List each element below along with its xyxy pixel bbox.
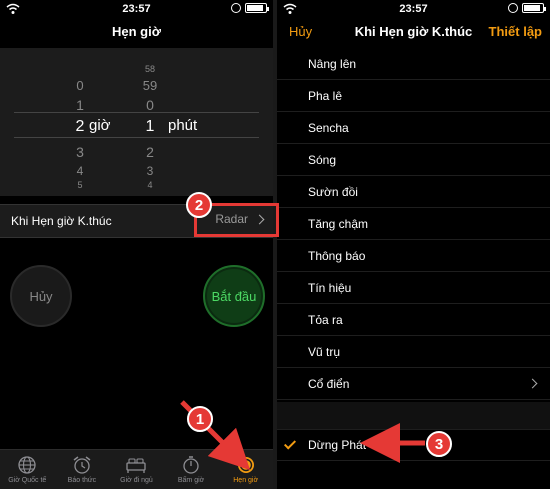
sound-label: Sườn đồi — [308, 184, 358, 199]
sound-label: Nâng lên — [308, 56, 357, 71]
status-bar: 23:57 — [0, 0, 273, 18]
hour-option: 0 — [76, 78, 84, 93]
tab-label: Giờ đi ngủ — [120, 477, 153, 484]
rotation-lock-icon — [508, 3, 518, 13]
minutes-wheel[interactable]: 58 59 0 1 2 3 4 — [130, 48, 170, 196]
page-title: Hẹn giờ — [112, 23, 161, 39]
minute-option: 59 — [142, 78, 158, 93]
globe-icon — [18, 456, 36, 474]
step-1-badge: 1 — [187, 406, 213, 432]
sound-item[interactable]: Tín hiệu — [277, 272, 550, 304]
minutes-unit: phút — [168, 117, 198, 134]
set-button[interactable]: Thiết lập — [489, 24, 542, 39]
hour-option: 1 — [76, 97, 84, 113]
timer-icon — [237, 457, 254, 473]
step-3-badge: 3 — [426, 431, 452, 457]
minute-option: 58 — [144, 64, 155, 74]
bed-icon — [126, 458, 147, 473]
minute-option: 2 — [146, 144, 154, 160]
battery-icon — [245, 3, 269, 13]
sound-item[interactable]: Tỏa ra — [277, 304, 550, 336]
cancel-button[interactable]: Hủy — [10, 265, 72, 327]
section-gap — [277, 402, 550, 429]
sound-item[interactable]: Thông báo — [277, 240, 550, 272]
sound-label: Sóng — [308, 152, 337, 167]
sound-item[interactable]: Sóng — [277, 144, 550, 176]
tab-bedtime[interactable]: Giờ đi ngủ — [109, 450, 164, 489]
when-timer-ends-label: Khi Hẹn giờ K.thúc — [11, 214, 112, 228]
tab-label: Báo thức — [67, 477, 97, 484]
start-button[interactable]: Bắt đầu — [203, 265, 265, 327]
tab-label: Hẹn giờ — [233, 477, 259, 484]
sound-label: Thông báo — [308, 248, 366, 263]
time-picker[interactable]: 0 1 2 3 4 5 giờ 58 59 0 1 2 3 4 phút — [0, 48, 273, 196]
sound-item[interactable]: Vũ trụ — [277, 336, 550, 368]
sound-item[interactable]: Pha lê — [277, 80, 550, 112]
sound-item[interactable]: Tăng chậm — [277, 208, 550, 240]
page-title: Khi Hẹn giờ K.thúc — [354, 23, 473, 39]
hours-unit: giờ — [89, 117, 111, 134]
tab-alarm[interactable]: Báo thức — [55, 450, 110, 489]
stop-playing-option[interactable]: Dừng Phát — [277, 429, 550, 461]
battery-icon — [522, 3, 546, 13]
sound-label: Cổ điển — [308, 376, 350, 391]
classic-sounds-item[interactable]: Cổ điển — [277, 368, 550, 400]
nav-cancel-button[interactable]: Hủy — [289, 24, 312, 39]
sound-picker-screen: 23:57 Hủy Khi Hẹn giờ K.thúc Thiết lập N… — [277, 0, 550, 489]
chevron-right-icon — [527, 378, 538, 389]
nav-bar: Hẹn giờ — [0, 18, 273, 44]
sound-label: Tỏa ra — [308, 312, 343, 327]
rotation-lock-icon — [231, 3, 241, 13]
hour-option: 4 — [76, 164, 84, 178]
status-bar: 23:57 — [277, 0, 550, 18]
sound-label: Tín hiệu — [308, 280, 352, 295]
sound-list: Nâng lên Pha lê Sencha Sóng Sườn đồi Tăn… — [277, 48, 550, 400]
minute-option: 0 — [146, 97, 154, 113]
nav-bar: Hủy Khi Hẹn giờ K.thúc Thiết lập — [277, 18, 550, 44]
stopwatch-icon — [183, 456, 199, 474]
sound-item[interactable]: Sườn đồi — [277, 176, 550, 208]
sound-item[interactable]: Sencha — [277, 112, 550, 144]
tab-label: Bấm giờ — [177, 477, 205, 484]
alarm-clock-icon — [73, 456, 91, 474]
tab-world-clock[interactable]: Giờ Quốc tế — [0, 450, 55, 489]
tab-bar: Giờ Quốc tế Báo thức Giờ đi ngủ Bấm giờ … — [0, 449, 273, 489]
hour-option: 5 — [77, 180, 83, 190]
stop-playing-label: Dừng Phát — [308, 438, 367, 452]
hour-option: 3 — [76, 144, 84, 160]
tab-timer[interactable]: Hẹn giờ — [218, 450, 273, 489]
sound-label: Sencha — [308, 120, 349, 135]
minute-option: 3 — [146, 164, 154, 178]
minute-option: 4 — [147, 180, 153, 190]
checkmark-icon — [283, 437, 297, 450]
minute-selected: 1 — [145, 118, 155, 135]
sound-label: Tăng chậm — [308, 216, 369, 231]
tab-stopwatch[interactable]: Bấm giờ — [164, 450, 219, 489]
step-2-badge: 2 — [186, 192, 212, 218]
sound-item[interactable]: Nâng lên — [277, 48, 550, 80]
tab-label: Giờ Quốc tế — [8, 477, 47, 484]
timer-screen: 23:57 Hẹn giờ 0 1 2 3 4 5 giờ 58 59 0 1 … — [0, 0, 273, 489]
sound-label: Vũ trụ — [308, 344, 341, 359]
sound-label: Pha lê — [308, 88, 343, 103]
